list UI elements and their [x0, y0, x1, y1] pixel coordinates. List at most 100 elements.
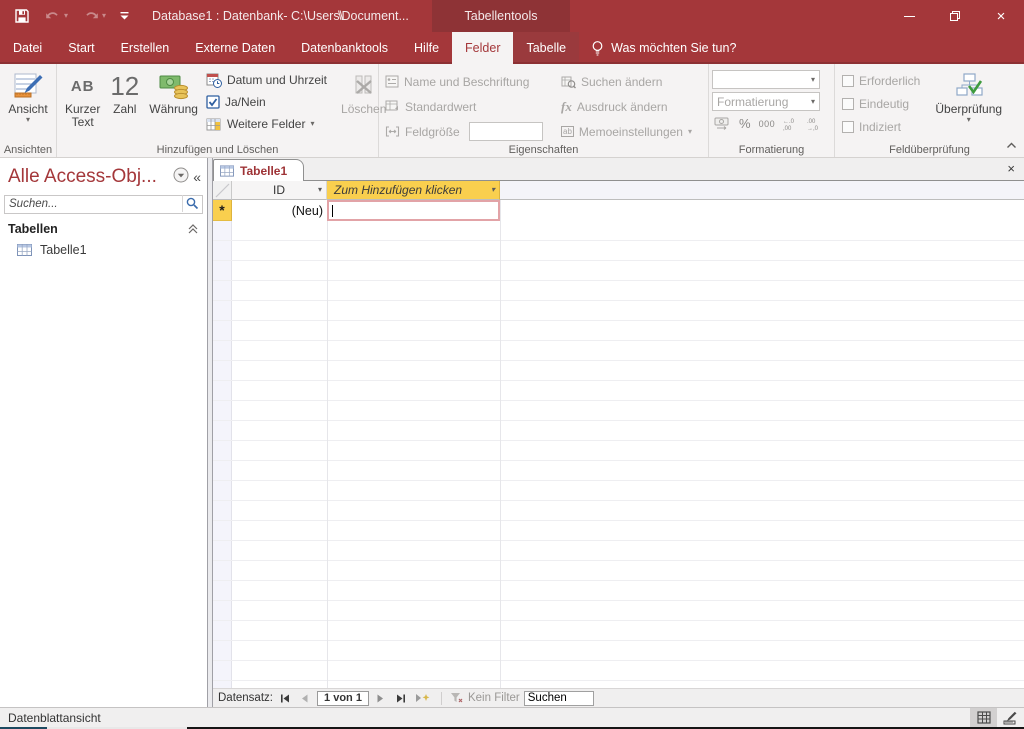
delete-column-icon [351, 69, 377, 103]
name-caption-icon [385, 75, 399, 88]
minimize-button[interactable] [886, 0, 932, 32]
chevron-down-icon: ▾ [688, 128, 692, 136]
tab-datenbanktools[interactable]: Datenbanktools [288, 32, 401, 64]
tell-me-box[interactable]: Was möchten Sie tun? [579, 32, 748, 64]
close-document-button[interactable]: × [1007, 161, 1015, 176]
number-label: Zahl [113, 103, 136, 116]
document-tab-tabelle1[interactable]: Tabelle1 [213, 159, 304, 181]
memo-settings-icon: ab [561, 126, 574, 137]
modify-lookups-label: Suchen ändern [581, 75, 662, 89]
undo-icon [44, 9, 62, 23]
id-cell-new[interactable]: (Neu) [232, 200, 327, 221]
new-record-icon [415, 693, 430, 703]
group-label-hinzufuegen: Hinzufügen und Löschen [57, 144, 378, 156]
navpane-group-tabellen[interactable]: Tabellen [0, 214, 207, 240]
id-cell-value: (Neu) [292, 204, 323, 218]
datasheet-view-toggle[interactable] [970, 708, 997, 728]
currency-format-icon[interactable] [714, 116, 731, 131]
tab-externe-daten[interactable]: Externe Daten [182, 32, 288, 64]
field-size-label: Feldgröße [405, 125, 460, 139]
required-checkbox[interactable] [842, 75, 854, 87]
window-title-path: \Document... [338, 9, 409, 23]
menu-dropdown-icon [173, 167, 189, 183]
ribbon-group-feldueberpruefung: Erforderlich Eindeutig Indiziert [835, 64, 1024, 157]
short-text-button[interactable]: AB Kurzer Text [60, 67, 105, 141]
undo-button[interactable]: ▾ [44, 9, 68, 23]
currency-icon [159, 69, 189, 103]
percent-format-icon[interactable]: % [739, 116, 751, 131]
navpane-menu-button[interactable] [173, 167, 189, 188]
column-header-add-field[interactable]: Zum Hinzufügen klicken ▾ [327, 181, 500, 200]
tab-datei[interactable]: Datei [0, 32, 55, 64]
next-record-icon [377, 694, 384, 703]
number-button[interactable]: 12 Zahl [105, 67, 144, 141]
short-text-label2: Text [72, 116, 94, 129]
tab-hilfe[interactable]: Hilfe [401, 32, 452, 64]
title-bar: ▾ ▾ Database1 : Datenbank- C:\Users\ \Do… [0, 0, 1024, 32]
navpane-item-tabelle1[interactable]: Tabelle1 [0, 240, 207, 260]
navpane-item-label: Tabelle1 [40, 243, 87, 257]
data-type-select[interactable]: ▾ [712, 70, 820, 89]
fx-icon: fx [561, 99, 572, 115]
tab-start[interactable]: Start [55, 32, 107, 64]
validation-button[interactable]: Überprüfung ▾ [930, 67, 1007, 141]
first-record-button[interactable] [277, 691, 293, 706]
close-button[interactable]: × [978, 0, 1024, 32]
document-area: Tabelle1 × ID ▾ Zum Hinzufügen [213, 158, 1024, 707]
previous-record-button[interactable] [297, 691, 313, 706]
last-record-icon [396, 694, 406, 703]
new-record-selector[interactable]: * [213, 200, 232, 221]
ribbon-group-ansichten: Ansicht ▾ Ansichten [0, 64, 57, 157]
no-filter-label: Kein Filter [468, 692, 520, 704]
restore-button[interactable] [932, 0, 978, 32]
indexed-checkbox[interactable] [842, 121, 854, 133]
column-header-id[interactable]: ID ▾ [232, 181, 327, 200]
chevron-down-icon: ▾ [102, 12, 106, 20]
active-cell[interactable] [327, 200, 500, 221]
currency-button[interactable]: Währung [144, 67, 203, 141]
datetime-button[interactable]: Datum und Uhrzeit [203, 70, 330, 90]
customize-qat-button[interactable] [120, 11, 129, 21]
increase-decimal-icon[interactable]: ←.0 ,00 [783, 117, 799, 131]
datasheet-grid-icon [977, 711, 991, 724]
design-view-toggle[interactable] [997, 708, 1024, 728]
next-record-button[interactable] [373, 691, 389, 706]
decrease-decimal-icon[interactable]: .00 →,0 [807, 117, 823, 131]
view-button[interactable]: Ansicht ▾ [3, 67, 52, 141]
comma-format-icon[interactable]: 000 [759, 119, 776, 129]
field-size-input[interactable] [469, 122, 543, 141]
unique-checkbox[interactable] [842, 98, 854, 110]
tab-felder[interactable]: Felder [452, 32, 513, 64]
record-search-input[interactable] [524, 691, 594, 706]
tab-tabelle[interactable]: Tabelle [513, 32, 579, 64]
more-fields-button[interactable]: Weitere Felder ▾ [203, 114, 330, 134]
last-record-button[interactable] [393, 691, 409, 706]
group-label-ansichten: Ansichten [0, 144, 56, 156]
yesno-button[interactable]: Ja/Nein [203, 92, 330, 112]
new-record-button[interactable] [413, 691, 433, 706]
name-caption-label: Name und Beschriftung [404, 75, 529, 89]
no-filter-button[interactable]: Kein Filter [450, 692, 520, 704]
search-icon[interactable] [182, 195, 202, 212]
chevron-up-icon [1006, 142, 1017, 149]
svg-text:.00: .00 [807, 119, 816, 125]
record-navigation-bar: Datensatz: 1 von 1 [213, 688, 1024, 707]
datasheet[interactable]: ID ▾ Zum Hinzufügen klicken ▾ * (Neu) [213, 181, 1024, 688]
collapse-ribbon-button[interactable] [1006, 136, 1017, 154]
chevron-down-icon[interactable]: ▾ [318, 186, 322, 194]
collapse-pane-button[interactable]: « [193, 169, 201, 185]
document-tab-bar: Tabelle1 × [213, 158, 1024, 181]
select-all-header[interactable] [213, 181, 232, 200]
first-record-icon [280, 694, 290, 703]
redo-button[interactable]: ▾ [82, 9, 106, 23]
record-position-box[interactable]: 1 von 1 [317, 691, 369, 706]
navpane-search-input[interactable] [4, 195, 203, 214]
validation-icon [955, 69, 983, 103]
save-button[interactable] [14, 8, 30, 24]
format-select[interactable]: Formatierung ▾ [712, 92, 820, 111]
minimize-icon [904, 16, 915, 17]
tab-erstellen[interactable]: Erstellen [108, 32, 183, 64]
chevron-down-icon[interactable]: ▾ [491, 186, 495, 194]
customize-qat-icon [120, 11, 129, 21]
column-gridline [327, 200, 328, 688]
